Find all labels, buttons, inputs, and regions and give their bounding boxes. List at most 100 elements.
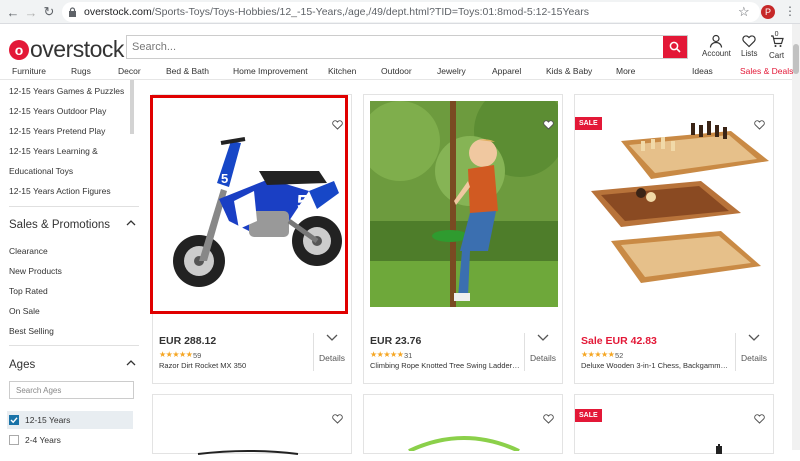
chevron-up-icon[interactable] bbox=[126, 219, 136, 230]
nav-kids-baby[interactable]: Kids & Baby bbox=[546, 66, 592, 76]
account-button[interactable]: Account bbox=[702, 34, 731, 58]
filter-link-action-figures[interactable]: 12-15 Years Action Figures bbox=[9, 186, 111, 196]
heart-icon[interactable] bbox=[753, 413, 765, 425]
ages-search-input[interactable] bbox=[9, 381, 134, 399]
chevron-down-icon[interactable] bbox=[537, 331, 549, 345]
account-icon bbox=[710, 34, 723, 48]
nav-kitchen[interactable]: Kitchen bbox=[328, 66, 356, 76]
age-option-12-15[interactable]: 12-15 Years bbox=[7, 411, 133, 429]
filter-link-on-sale[interactable]: On Sale bbox=[9, 306, 40, 316]
details-divider bbox=[735, 333, 736, 371]
page-scrollbar-thumb[interactable] bbox=[793, 44, 799, 74]
bookmark-star-icon[interactable]: ☆ bbox=[738, 4, 750, 20]
search-button[interactable] bbox=[663, 36, 687, 58]
filter-link-new-products[interactable]: New Products bbox=[9, 266, 62, 276]
nav-apparel[interactable]: Apparel bbox=[492, 66, 521, 76]
filter-list-scrollbar[interactable] bbox=[130, 80, 134, 134]
age-option-2-4[interactable]: 2-4 Years bbox=[7, 431, 133, 449]
chevron-down-icon[interactable] bbox=[748, 331, 760, 345]
chevron-down-icon[interactable] bbox=[326, 331, 338, 345]
url-path: /Sports-Toys/Toys-Hobbies/12_-15-Years,/… bbox=[151, 6, 589, 18]
account-label: Account bbox=[702, 49, 731, 58]
checkbox-unchecked[interactable] bbox=[9, 435, 19, 445]
cart-icon-wrap: 0 bbox=[770, 31, 784, 50]
overstock-logo[interactable]: o overstock bbox=[9, 36, 124, 63]
url-host: overstock.com bbox=[84, 6, 152, 18]
nav-jewelry[interactable]: Jewelry bbox=[437, 66, 466, 76]
checkbox-checked[interactable] bbox=[9, 415, 19, 425]
details-button[interactable]: Details bbox=[741, 353, 767, 363]
address-bar[interactable]: overstock.com/Sports-Toys/Toys-Hobbies/1… bbox=[62, 2, 760, 22]
product-name[interactable]: Razor Dirt Rocket MX 350 bbox=[159, 361, 309, 370]
nav-rugs[interactable]: Rugs bbox=[71, 66, 91, 76]
heart-icon[interactable] bbox=[542, 119, 554, 131]
details-button[interactable]: Details bbox=[319, 353, 345, 363]
product-image-partial[interactable] bbox=[404, 431, 524, 453]
heart-icon[interactable] bbox=[753, 119, 765, 131]
filter-link-top-rated[interactable]: Top Rated bbox=[9, 286, 48, 296]
cart-label: Cart bbox=[769, 51, 785, 60]
rating-count: 31 bbox=[404, 351, 413, 360]
details-button[interactable]: Details bbox=[530, 353, 556, 363]
search-icon bbox=[669, 41, 681, 53]
category-nav: Furniture Rugs Decor Bed & Bath Home Imp… bbox=[0, 62, 793, 80]
nav-more[interactable]: More bbox=[616, 66, 635, 76]
logo-o-icon: o bbox=[9, 39, 29, 60]
filter-link-outdoor-play[interactable]: 12-15 Years Outdoor Play bbox=[9, 106, 106, 116]
filter-link-educational[interactable]: Educational Toys bbox=[9, 166, 73, 176]
product-card[interactable] bbox=[363, 394, 563, 454]
sale-badge: SALE bbox=[575, 117, 602, 130]
nav-ideas[interactable]: Ideas bbox=[692, 66, 713, 76]
nav-bed-bath[interactable]: Bed & Bath bbox=[166, 66, 209, 76]
ages-heading[interactable]: Ages bbox=[9, 359, 35, 371]
checkmark-icon bbox=[10, 417, 18, 424]
product-price: EUR 288.12 bbox=[159, 335, 217, 347]
cart-button[interactable]: 0 Cart bbox=[769, 31, 785, 60]
product-card[interactable]: EUR 23.76 ★★★★★ 31 Climbing Rope Knotted… bbox=[360, 85, 566, 384]
filter-link-pretend-play[interactable]: 12-15 Years Pretend Play bbox=[9, 126, 105, 136]
rating-count: 52 bbox=[615, 351, 624, 360]
product-name[interactable]: Deluxe Wooden 3-in-1 Chess, Backgammon .… bbox=[581, 361, 731, 370]
details-divider bbox=[313, 333, 314, 371]
nav-sales-deals[interactable]: Sales & Deals bbox=[740, 66, 793, 76]
profile-avatar[interactable]: P bbox=[761, 5, 775, 19]
browser-toolbar: ← → ↻ overstock.com/Sports-Toys/Toys-Hob… bbox=[0, 0, 800, 24]
sales-promotions-heading[interactable]: Sales & Promotions bbox=[9, 219, 110, 231]
filter-link-clearance[interactable]: Clearance bbox=[9, 246, 48, 256]
nav-decor[interactable]: Decor bbox=[118, 66, 141, 76]
product-card[interactable]: SALE bbox=[574, 394, 774, 454]
page-scrollbar[interactable] bbox=[792, 24, 800, 450]
nav-home-improvement[interactable]: Home Improvement bbox=[233, 66, 308, 76]
nav-outdoor[interactable]: Outdoor bbox=[381, 66, 412, 76]
rating-count: 59 bbox=[193, 351, 202, 360]
search-bar bbox=[126, 35, 688, 59]
reload-icon[interactable]: ↻ bbox=[40, 3, 58, 21]
product-image-chess-set[interactable] bbox=[581, 101, 769, 307]
age-option-label: 2-4 Years bbox=[25, 435, 61, 445]
heart-icon[interactable] bbox=[331, 413, 343, 425]
chevron-up-icon[interactable] bbox=[126, 359, 136, 370]
search-input[interactable] bbox=[127, 36, 663, 58]
sale-badge: SALE bbox=[575, 409, 602, 422]
rating-stars: ★★★★★ bbox=[159, 350, 193, 359]
product-name[interactable]: Climbing Rope Knotted Tree Swing Ladder-… bbox=[370, 361, 520, 370]
heart-icon bbox=[742, 35, 756, 48]
sidebar-divider bbox=[9, 345, 139, 346]
browser-menu-icon[interactable]: ⋮ bbox=[784, 4, 796, 18]
filter-link-learning[interactable]: 12-15 Years Learning & bbox=[9, 146, 98, 156]
product-card[interactable] bbox=[152, 394, 352, 455]
filter-link-games-puzzles[interactable]: 12-15 Years Games & Puzzles bbox=[9, 86, 124, 96]
filter-link-best-selling[interactable]: Best Selling bbox=[9, 326, 54, 336]
back-arrow-icon[interactable]: ← bbox=[4, 3, 22, 21]
lists-button[interactable]: Lists bbox=[741, 34, 757, 58]
sidebar-divider bbox=[9, 206, 139, 207]
details-divider bbox=[524, 333, 525, 371]
heart-icon[interactable] bbox=[542, 413, 554, 425]
product-card[interactable]: SALE Sale EUR 42.83 ★★★★★ 52 Deluxe Wood… bbox=[574, 94, 774, 384]
forward-arrow-icon[interactable]: → bbox=[22, 3, 40, 21]
lock-icon bbox=[68, 7, 78, 17]
age-option-label: 12-15 Years bbox=[25, 415, 71, 425]
selection-highlight bbox=[150, 95, 348, 314]
product-image-rope-swing[interactable] bbox=[360, 85, 566, 307]
nav-furniture[interactable]: Furniture bbox=[12, 66, 46, 76]
